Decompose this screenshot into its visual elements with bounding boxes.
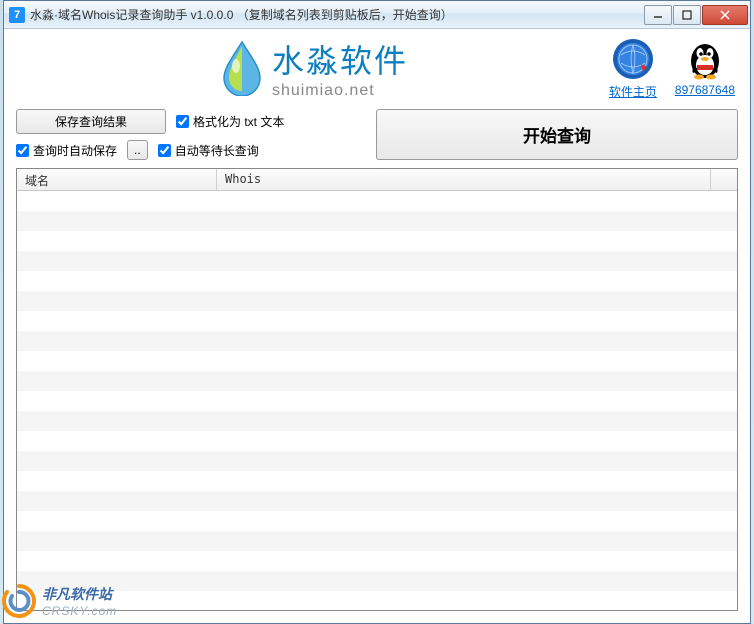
auto-wait-label: 自动等待长查询 bbox=[175, 142, 259, 159]
window-controls bbox=[643, 5, 748, 25]
qq-penguin-icon bbox=[683, 37, 727, 81]
close-button[interactable] bbox=[702, 5, 748, 25]
col-whois-header[interactable]: Whois bbox=[217, 169, 711, 190]
start-query-button[interactable]: 开始查询 bbox=[376, 109, 738, 160]
homepage-link[interactable]: 软件主页 bbox=[609, 37, 657, 100]
close-icon bbox=[720, 10, 730, 20]
browse-button[interactable]: .. bbox=[127, 140, 148, 160]
logo-block: 水淼软件 shuimiao.net bbox=[19, 36, 609, 100]
col-domain-header[interactable]: 域名 bbox=[17, 169, 217, 190]
results-table: 域名 Whois bbox=[16, 168, 738, 611]
left-controls: 保存查询结果 格式化为 txt 文本 查询时自动保存 .. 自动等待长查询 bbox=[16, 109, 366, 160]
title-bar: 7 水淼·域名Whois记录查询助手 v1.0.0.0 （复制域名列表到剪贴板后… bbox=[4, 1, 750, 29]
minimize-button[interactable] bbox=[644, 5, 672, 25]
logo-en-label: shuimiao.net bbox=[272, 82, 408, 100]
format-txt-label: 格式化为 txt 文本 bbox=[193, 113, 284, 130]
logo-icon bbox=[220, 40, 264, 96]
auto-save-input[interactable] bbox=[16, 144, 29, 157]
window-title: 水淼·域名Whois记录查询助手 v1.0.0.0 （复制域名列表到剪贴板后，开… bbox=[30, 6, 643, 23]
globe-icon bbox=[611, 37, 655, 81]
save-results-button[interactable]: 保存查询结果 bbox=[16, 109, 166, 134]
app-icon: 7 bbox=[9, 7, 25, 23]
auto-save-label: 查询时自动保存 bbox=[33, 142, 117, 159]
auto-wait-input[interactable] bbox=[158, 144, 171, 157]
homepage-label: 软件主页 bbox=[609, 83, 657, 100]
auto-save-checkbox[interactable]: 查询时自动保存 bbox=[16, 142, 117, 159]
logo-text: 水淼软件 shuimiao.net bbox=[272, 36, 408, 100]
header-links: 软件主页 bbox=[609, 37, 735, 100]
table-header: 域名 Whois bbox=[17, 169, 737, 191]
header-area: 水淼软件 shuimiao.net 软件主页 bbox=[4, 29, 750, 107]
auto-wait-checkbox[interactable]: 自动等待长查询 bbox=[158, 142, 259, 159]
controls-block: 保存查询结果 格式化为 txt 文本 查询时自动保存 .. 自动等待长查询 开始… bbox=[4, 107, 750, 166]
app-window: 7 水淼·域名Whois记录查询助手 v1.0.0.0 （复制域名列表到剪贴板后… bbox=[3, 0, 751, 624]
minimize-icon bbox=[653, 10, 663, 20]
table-body[interactable] bbox=[17, 191, 737, 610]
logo-cn-label: 水淼软件 bbox=[272, 36, 408, 82]
col-spacer-header bbox=[711, 169, 737, 190]
qq-number-label: 897687648 bbox=[675, 83, 735, 97]
format-txt-checkbox[interactable]: 格式化为 txt 文本 bbox=[176, 113, 284, 130]
qq-contact-link[interactable]: 897687648 bbox=[675, 37, 735, 100]
format-txt-input[interactable] bbox=[176, 115, 189, 128]
maximize-button[interactable] bbox=[673, 5, 701, 25]
maximize-icon bbox=[682, 10, 692, 20]
